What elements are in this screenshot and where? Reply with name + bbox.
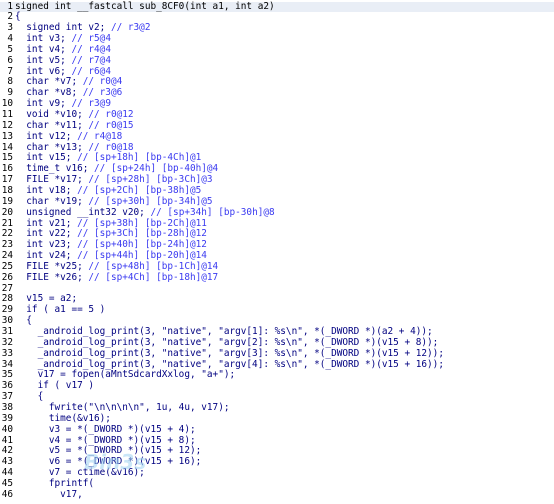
pseudocode-view[interactable]: 1 signed int __fastcall sub_8CF0(int a1, … xyxy=(0,0,554,504)
code-line[interactable]: 40 v3 = *(_DWORD *)(v15 + 4); xyxy=(0,423,554,436)
code-text: v17, xyxy=(15,488,83,500)
code-line[interactable]: 27 xyxy=(0,283,554,295)
code-line[interactable]: 26 FILE *v26; // [sp+4Ch] [bp-18h]@17 xyxy=(0,271,554,284)
line-number: 46 xyxy=(1,488,13,500)
line-number: 39 xyxy=(1,412,13,424)
code-text: FILE *v26; // [sp+4Ch] [bp-18h]@17 xyxy=(15,271,219,283)
code-line[interactable]: 36 if ( v17 ) xyxy=(0,380,554,392)
line-number: 6 xyxy=(7,54,13,66)
code-line[interactable]: 1 signed int __fastcall sub_8CF0(int a1, … xyxy=(0,0,554,13)
line-number: 40 xyxy=(1,423,13,435)
code-text: _android_log_print(3, "native", "argv[3]… xyxy=(15,347,444,359)
code-line[interactable]: 33 _android_log_print(3, "native", "argv… xyxy=(0,347,554,360)
line-number: 19 xyxy=(1,195,13,207)
code-line[interactable]: 45 fprintf( xyxy=(0,478,554,490)
line-number: 33 xyxy=(1,347,13,359)
line-number: 13 xyxy=(1,130,13,142)
code-line[interactable]: 39 time(&v16); xyxy=(0,412,554,425)
code-text: signed int __fastcall sub_8CF0(int a1, i… xyxy=(15,0,275,12)
code-text: v3 = *(_DWORD *)(v15 + 4); xyxy=(15,423,196,435)
code-text: time(&v16); xyxy=(15,412,111,424)
code-line[interactable]: 29 if ( a1 == 5 ) xyxy=(0,304,554,316)
line-number: 20 xyxy=(1,206,13,218)
code-line[interactable]: 46 v17, xyxy=(0,488,554,501)
line-number: 26 xyxy=(1,271,13,283)
